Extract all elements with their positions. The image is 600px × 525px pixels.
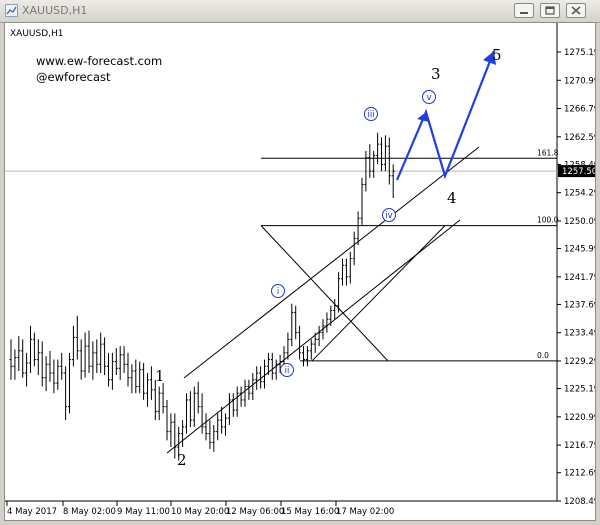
wave-label-major: 4 xyxy=(447,189,457,207)
watermark-handle: @ewforecast xyxy=(36,70,111,84)
close-icon xyxy=(571,6,581,15)
wave-label-minor: iv xyxy=(385,211,392,221)
x-tick-label: 15 May 16:00 xyxy=(281,507,339,517)
x-tick-label: 9 May 11:00 xyxy=(117,507,170,517)
x-tick-label: 17 May 02:00 xyxy=(336,507,394,517)
price-chart[interactable]: 1275.191270.991266.791262.591258.491254.… xyxy=(5,23,595,520)
fib-level-label: 0.0 xyxy=(537,351,549,360)
x-tick-label: 12 May 06:00 xyxy=(226,507,284,517)
y-tick-label: 1250.09 xyxy=(564,217,595,227)
close-button[interactable] xyxy=(566,3,586,18)
window-title: XAUUSD,H1 xyxy=(22,4,88,17)
y-tick-label: 1254.29 xyxy=(564,189,595,199)
window-titlebar[interactable]: XAUUSD,H1 xyxy=(0,0,600,23)
minimize-icon xyxy=(520,12,528,14)
projection-path xyxy=(395,50,496,181)
symbol-label: XAUUSD,H1 xyxy=(10,29,64,39)
wave-label-minor: iii xyxy=(367,110,374,120)
chart-icon xyxy=(5,4,18,17)
y-tick-label: 1241.79 xyxy=(564,273,595,283)
y-tick-label: 1220.99 xyxy=(564,413,595,423)
fib-level-label: 161.8 xyxy=(537,148,559,157)
y-tick-label: 1208.49 xyxy=(564,497,595,507)
x-tick-label: 4 May 2017 xyxy=(7,507,57,517)
wave-label-major: 3 xyxy=(431,65,441,83)
y-tick-label: 1233.49 xyxy=(564,329,595,339)
y-tick-label: 1245.99 xyxy=(564,245,595,255)
wave-label-minor: i xyxy=(277,287,279,297)
current-price-label: 1257.50 xyxy=(562,167,595,177)
chart-area[interactable]: 1275.191270.991266.791262.591258.491254.… xyxy=(4,22,596,521)
wave-label-minor: ii xyxy=(285,366,290,376)
wave-label-major: 5 xyxy=(492,46,502,64)
channel-upper-line xyxy=(183,146,480,379)
x-tick-label: 8 May 02:00 xyxy=(63,507,116,517)
y-tick-label: 1270.99 xyxy=(564,76,595,86)
y-tick-label: 1262.59 xyxy=(564,133,595,143)
y-tick-label: 1216.79 xyxy=(564,441,595,451)
restore-button[interactable] xyxy=(540,3,560,18)
minimize-button[interactable] xyxy=(514,3,534,18)
y-tick-label: 1212.69 xyxy=(564,469,595,479)
y-tick-label: 1225.19 xyxy=(564,385,595,395)
restore-icon xyxy=(545,6,555,15)
wave-label-minor: v xyxy=(426,93,431,103)
y-tick-label: 1229.29 xyxy=(564,357,595,367)
y-tick-label: 1237.69 xyxy=(564,300,595,310)
wave-label-major: 2 xyxy=(177,451,187,469)
watermark-url: www.ew-forecast.com xyxy=(36,54,162,68)
fib-level-label: 100.0 xyxy=(537,216,559,225)
x-tick-label: 10 May 20:00 xyxy=(171,507,229,517)
wave-label-major: 1 xyxy=(155,367,165,385)
y-tick-label: 1266.79 xyxy=(564,105,595,115)
channel-lower-line xyxy=(166,219,461,454)
y-tick-label: 1275.19 xyxy=(564,48,595,58)
chart-window: XAUUSD,H1 1275.191270.991266.791262.5912… xyxy=(0,0,600,525)
fib-diagonal xyxy=(311,225,446,362)
